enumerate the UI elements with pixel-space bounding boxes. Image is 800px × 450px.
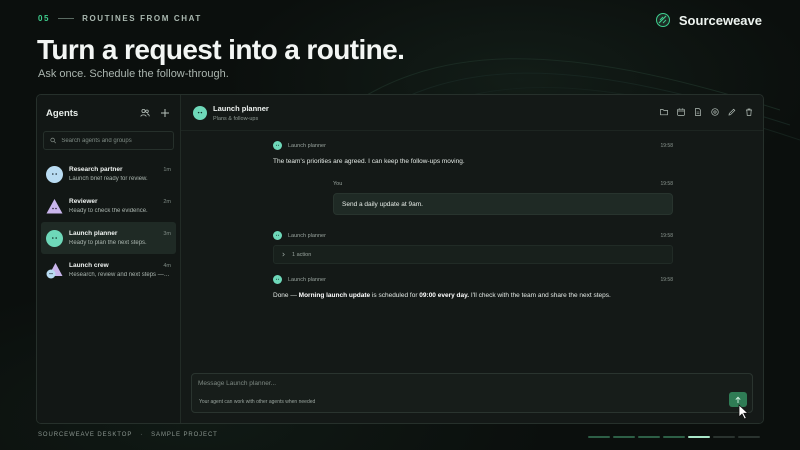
sidebar-title: Agents — [46, 107, 79, 119]
actions-expander[interactable]: 1 action — [273, 245, 673, 264]
footer-separator: · — [140, 432, 144, 438]
progress-segment — [663, 436, 685, 438]
search-icon — [50, 137, 56, 144]
chat-header: Launch planner Plans & follow-ups — [181, 95, 763, 131]
chat-panel: Launch planner Plans & follow-ups Launch… — [181, 95, 763, 423]
chat-agent-avatar — [193, 105, 207, 120]
send-arrow-icon — [735, 396, 741, 403]
sidebar: Agents Research partner1m Lau — [37, 95, 181, 423]
app-window: Agents Research partner1m Lau — [36, 94, 764, 424]
message-time: 19:58 — [660, 142, 673, 149]
progress-segment — [688, 436, 710, 438]
sidebar-header: Agents — [37, 95, 180, 131]
agent-name: Research partner — [69, 166, 123, 173]
agent-mini-avatar — [273, 231, 282, 240]
agent-avatar — [46, 198, 63, 215]
sourceweave-logo-icon — [655, 13, 670, 27]
text-part: is scheduled for — [370, 292, 420, 299]
page-subtitle: Ask once. Schedule the follow-through. — [38, 68, 229, 80]
composer-hint: Your agent can work with other agents wh… — [199, 399, 316, 405]
footer-project: SAMPLE PROJECT — [151, 432, 218, 438]
user-bubble: Send a daily update at 9am. — [333, 193, 673, 215]
message-text: The team's priorities are agreed. I can … — [273, 158, 465, 165]
agent-message: Launch planner 19:58 Done — Morning laun… — [273, 275, 673, 300]
step-number: 05 — [38, 14, 51, 23]
text-part: Done — — [273, 292, 299, 299]
routine-name: Morning launch update — [298, 292, 371, 299]
text-part: I'll check with the team and share the n… — [469, 292, 611, 299]
agent-snippet: Research, review and next steps — t… — [69, 272, 171, 278]
footer-app: SOURCEWEAVE DESKTOP — [38, 432, 133, 438]
message-input[interactable] — [198, 380, 712, 387]
agent-item-research-partner[interactable]: Research partner 1m Launch brief ready fo… — [41, 158, 176, 190]
edit-icon[interactable] — [728, 108, 736, 116]
message-author: You — [333, 181, 343, 187]
trash-icon[interactable] — [745, 108, 753, 116]
folder-icon[interactable] — [660, 108, 668, 116]
agent-message: Launch planner 19:58 The team's prioriti… — [273, 141, 673, 166]
people-icon[interactable] — [140, 108, 150, 118]
progress-segment — [713, 436, 735, 438]
agent-list: Research partner 1m Launch brief ready fo… — [37, 158, 180, 286]
progress-segment — [638, 436, 660, 438]
sidebar-actions — [140, 108, 170, 118]
section-kicker: 05 ROUTINES FROM CHAT — [38, 14, 202, 23]
agent-mini-avatar — [273, 275, 282, 284]
message-time: 19:58 — [660, 276, 673, 283]
agent-item-launch-planner[interactable]: Launch planner 3m Ready to plan the next … — [41, 222, 176, 254]
agent-name: Launch crew — [69, 262, 109, 269]
chevron-right-icon — [282, 252, 285, 257]
page-title: Turn a request into a routine. — [37, 34, 405, 65]
agent-name: Launch planner — [69, 230, 118, 237]
message-author: Launch planner — [288, 276, 326, 283]
brand-name: Sourceweave — [678, 12, 762, 28]
mouse-cursor-icon — [738, 404, 750, 420]
message-author: Launch planner — [288, 142, 326, 149]
message-time: 19:58 — [660, 232, 673, 239]
user-message: You 19:58 Send a daily update at 9am. — [333, 181, 673, 215]
message-text: Done — Morning launch update is schedule… — [273, 291, 673, 300]
agent-time: 3m — [163, 231, 171, 237]
kicker-text: ROUTINES FROM CHAT — [82, 14, 202, 23]
agent-name: Reviewer — [69, 198, 98, 205]
chat-title: Launch planner — [213, 103, 269, 113]
message-composer: Your agent can work with other agents wh… — [191, 373, 753, 420]
footer: SOURCEWEAVE DESKTOP · SAMPLE PROJECT — [38, 432, 218, 438]
agent-snippet: Ready to check the evidence. — [69, 208, 148, 214]
settings-icon[interactable] — [711, 108, 719, 116]
brand: Sourceweave — [655, 12, 762, 28]
chat-subtitle: Plans & follow-ups — [213, 115, 259, 122]
kicker-rule — [58, 18, 75, 19]
progress-segment — [738, 436, 760, 438]
agent-time: 4m — [163, 263, 171, 269]
group-avatar — [46, 262, 63, 279]
message-time: 19:58 — [660, 181, 673, 187]
agent-avatar — [46, 229, 63, 247]
message-author: Launch planner — [288, 232, 326, 239]
progress-segment — [613, 436, 635, 438]
add-agent-icon[interactable] — [160, 108, 170, 118]
actions-count: 1 action — [292, 251, 312, 258]
schedule-icon[interactable] — [677, 108, 685, 116]
agent-avatar — [46, 165, 63, 183]
agent-time: 2m — [163, 199, 171, 205]
agent-snippet: Ready to plan the next steps. — [69, 240, 147, 246]
agent-time: 1m — [163, 167, 171, 173]
agent-item-launch-crew[interactable]: Launch crew 4m Research, review and next … — [41, 254, 176, 286]
agent-search[interactable] — [43, 131, 174, 150]
agent-message: Launch planner 19:58 1 action — [273, 231, 673, 264]
slide-progress — [588, 436, 760, 438]
agent-mini-avatar — [273, 141, 282, 150]
agent-item-reviewer[interactable]: Reviewer 2m Ready to check the evidence. — [41, 190, 176, 222]
agent-snippet: Launch brief ready for review. — [69, 176, 148, 182]
document-icon[interactable] — [694, 108, 702, 116]
routine-schedule: 09:00 every day. — [419, 292, 470, 299]
search-input[interactable] — [61, 137, 167, 144]
chat-toolbar — [660, 108, 753, 116]
progress-segment — [588, 436, 610, 438]
